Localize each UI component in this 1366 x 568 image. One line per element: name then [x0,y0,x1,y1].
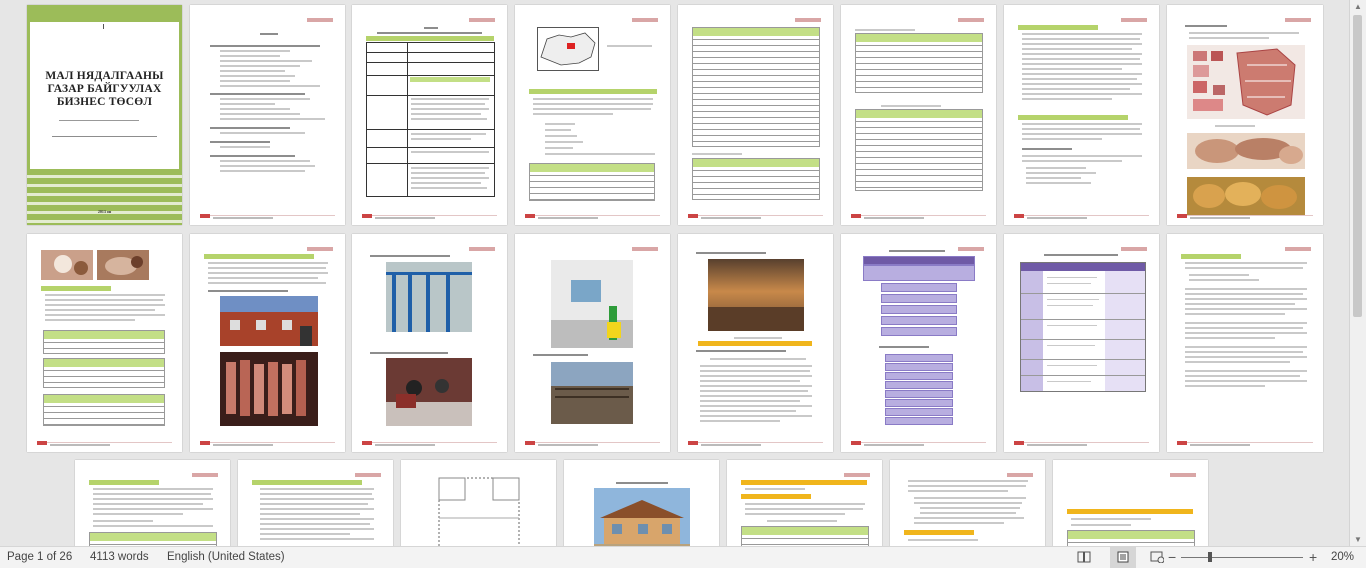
interior-photo-1 [386,262,472,332]
scroll-up-arrow[interactable]: ▲ [1350,0,1366,14]
process-step [885,417,953,425]
floor-plan-drawing [438,477,520,547]
page-18-text[interactable] [238,460,393,547]
meat-pieces-photo [1187,177,1305,215]
room-photo [551,260,633,348]
zoom-slider-thumb[interactable] [1208,552,1212,562]
page-2-contents[interactable] [190,5,345,225]
zoom-in-button[interactable]: + [1309,549,1317,565]
page-19-floor-plan[interactable] [401,460,556,547]
page-13-landscape[interactable] [678,234,833,452]
cover-green-band-bottom [27,169,182,225]
corral-photo [551,362,633,424]
status-bar: Page 1 of 26 4113 words English (United … [0,546,1366,568]
page-10-building-photos[interactable] [190,234,345,452]
web-layout-icon[interactable] [1150,551,1164,563]
zoom-level[interactable]: 20% [1331,551,1354,563]
process-step [885,354,953,362]
page-1-cover[interactable]: МАЛ НЯДАЛГААНЫ ГАЗАР БАЙГУУЛАХ БИЗНЕС ТӨ… [27,5,182,225]
language-indicator[interactable]: English (United States) [167,551,285,563]
page-3-summary[interactable] [352,5,507,225]
page-17-text[interactable] [75,460,230,547]
location-map [537,27,599,71]
location-table [529,163,655,201]
page-4-location[interactable] [515,5,670,225]
page-16-text[interactable] [1167,234,1323,452]
process-step [881,327,957,336]
page-7-text[interactable] [1004,5,1159,225]
page-20-building-render[interactable] [564,460,719,547]
cover-page-mark [103,24,104,29]
page-21-text[interactable] [727,460,882,547]
process-step [885,372,953,380]
red-building-photo [220,296,318,346]
process-step [885,390,953,398]
process-step [885,408,953,416]
process-step [885,399,953,407]
cover-subtitle-line [59,120,139,121]
cover-green-band-left [27,22,30,169]
page-14-process-diagram[interactable] [841,234,996,452]
page-15-purple-table[interactable] [1004,234,1159,452]
page-5-tables[interactable] [678,5,833,225]
cover-author-line [52,136,157,137]
page-11-interior-photos[interactable] [352,234,507,452]
process-step [863,265,975,281]
zoom-slider-track[interactable] [1181,557,1303,558]
scroll-thumb[interactable] [1353,15,1362,317]
read-mode-icon[interactable] [1077,551,1091,563]
vertical-scrollbar[interactable]: ▲ ▼ [1349,0,1366,547]
zoom-out-button[interactable]: − [1168,549,1176,565]
process-step [881,305,957,314]
page-12-room-photos[interactable] [515,234,670,452]
process-step [885,363,953,371]
document-canvas[interactable]: МАЛ НЯДАЛГААНЫ ГАЗАР БАЙГУУЛАХ БИЗНЕС ТӨ… [0,0,1366,547]
cover-title: МАЛ НЯДАЛГААНЫ ГАЗАР БАЙГУУЛАХ БИЗНЕС ТӨ… [45,70,164,108]
carcass-photo [1187,133,1305,169]
process-step [881,283,957,292]
products-table [1020,262,1146,392]
cover-year: 2013 он [97,209,112,214]
process-step [885,381,953,389]
interior-photo-2 [386,358,472,426]
page-count[interactable]: Page 1 of 26 [7,551,72,563]
page-9-market[interactable] [27,234,182,452]
page-8-meat-photos[interactable] [1167,5,1323,225]
page-22-text[interactable] [890,460,1045,547]
word-count[interactable]: 4113 words [90,551,149,563]
cover-green-band-right [179,22,182,169]
scroll-down-arrow[interactable]: ▼ [1350,533,1366,547]
process-step [881,294,957,303]
print-layout-icon[interactable] [1110,547,1136,568]
steppe-photo [708,259,804,331]
meat-cuts-photo [1187,45,1305,119]
process-step [863,256,975,265]
process-step [881,316,957,325]
cattle-photos [41,250,149,280]
hanging-carcass-photo [220,352,318,426]
building-render-photo [594,488,690,547]
page-6-tables[interactable] [841,5,996,225]
cover-green-band-top [27,5,182,22]
summary-table [366,42,495,197]
page-23-table[interactable] [1053,460,1208,547]
